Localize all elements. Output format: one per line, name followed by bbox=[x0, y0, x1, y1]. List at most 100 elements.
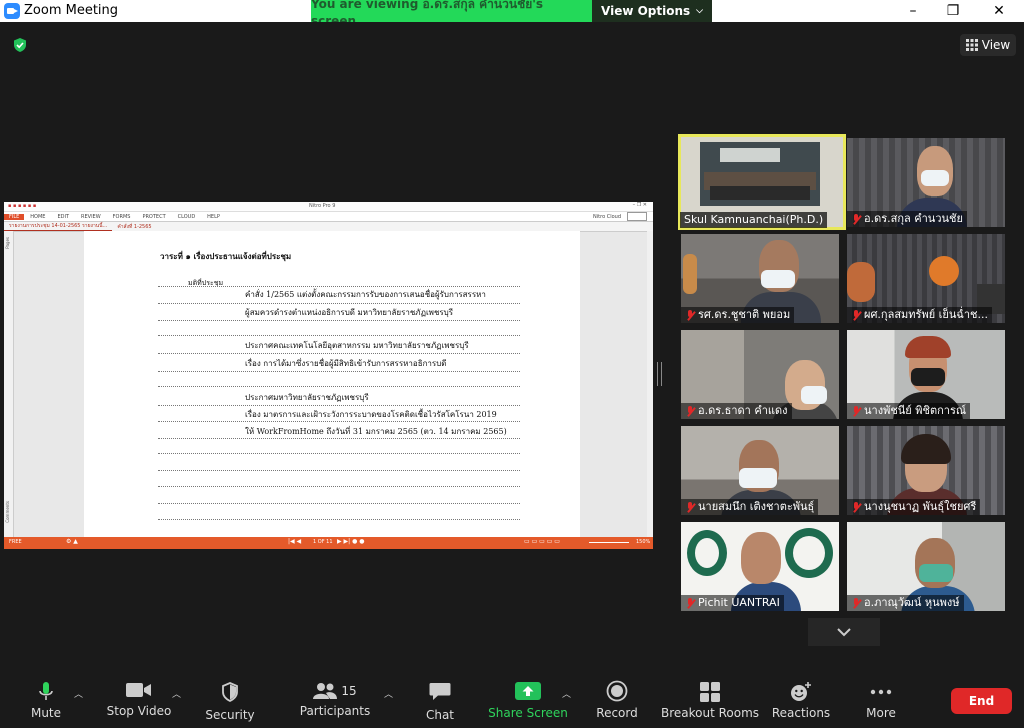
doc-line-2: ผู้สมควรดำรงตำแหน่งอธิการบดี มหาวิทยาลัย… bbox=[245, 308, 454, 317]
screen-share-banner: You are viewing อ.ดร.สกุล คำนวนชัย's scr… bbox=[311, 0, 592, 28]
doc-rule bbox=[158, 405, 520, 406]
end-meeting-button[interactable]: End bbox=[951, 688, 1012, 714]
more-dots-icon bbox=[870, 689, 892, 695]
muted-mic-icon bbox=[851, 501, 861, 513]
participants-count: 15 bbox=[341, 684, 357, 698]
doc-ribbon-protect[interactable]: PROTECT bbox=[136, 214, 171, 220]
gallery-view-button[interactable]: View bbox=[960, 34, 1016, 56]
doc-rule bbox=[158, 503, 520, 504]
participant-tile[interactable]: อ.ภาณุวัฒน์ หุนพงษ์ bbox=[847, 522, 1005, 611]
record-button[interactable]: Record bbox=[594, 670, 640, 728]
doc-ribbon: FILE HOME EDIT REVIEW FORMS PROTECT CLOU… bbox=[4, 212, 653, 222]
shared-screen[interactable]: ▪ ▪ ▪ ▪ ▪ ▪ Nitro Pro 9 – ❐ ✕ FILE HOME … bbox=[4, 202, 653, 549]
close-window-button[interactable]: ✕ bbox=[984, 1, 1014, 21]
window-title: Zoom Meeting bbox=[24, 3, 119, 18]
muted-mic-icon bbox=[685, 597, 695, 609]
conference-room-video bbox=[700, 142, 820, 206]
participant-tile[interactable]: นางนุชนาฏ พันธุ์ใชยศรี bbox=[847, 426, 1005, 515]
participant-name: นางพัชนีย์ พิชิตการณ์ bbox=[847, 403, 971, 419]
encryption-shield-icon[interactable] bbox=[12, 37, 28, 53]
video-camera-icon bbox=[126, 683, 151, 697]
doc-rule bbox=[158, 335, 520, 336]
participant-tile[interactable]: ผศ.กุลสมทรัพย์ เย็นฉ่ำช... bbox=[847, 234, 1005, 323]
doc-account-label: Nitro Cloud bbox=[593, 213, 621, 220]
doc-comments-label[interactable]: Comments bbox=[5, 501, 10, 523]
participant-tile[interactable]: อ.ดร.สกุล คำนวนชัย bbox=[847, 138, 1005, 227]
participant-tile[interactable]: อ.ดร.ธาดา คำแดง bbox=[681, 330, 839, 419]
doc-line-3: ประกาศคณะเทคโนโลยีอุตสาหกรรม มหาวิทยาลัย… bbox=[245, 341, 469, 350]
participants-options-caret-icon[interactable]: ︿ bbox=[384, 687, 393, 700]
audio-options-caret-icon[interactable]: ︿ bbox=[74, 687, 83, 700]
view-options-label: View Options bbox=[601, 4, 691, 18]
doc-rule bbox=[158, 303, 520, 304]
doc-zoom-slider[interactable] bbox=[589, 542, 629, 543]
participants-button[interactable]: 15 Participants bbox=[300, 670, 370, 728]
doc-pages-label[interactable]: Pages bbox=[5, 237, 10, 249]
doc-window-title: Nitro Pro 9 bbox=[309, 203, 336, 209]
participant-name-text: Skul Kamnuanchai(Ph.D.) bbox=[684, 213, 824, 226]
video-options-caret-icon[interactable]: ︿ bbox=[172, 687, 181, 700]
doc-line-4: เรื่อง การได้มาซึ่งรายชื่อผู้มีสิทธิเข้า… bbox=[245, 359, 447, 368]
muted-mic-icon bbox=[851, 405, 861, 417]
breakout-rooms-button[interactable]: Breakout Rooms bbox=[660, 670, 760, 728]
doc-rule bbox=[158, 320, 520, 321]
doc-scrollbar[interactable] bbox=[647, 231, 653, 537]
stop-video-button[interactable]: Stop Video bbox=[104, 670, 174, 728]
doc-nav-tools-icon[interactable]: ⚙ ▲ bbox=[66, 538, 78, 545]
doc-ribbon-file[interactable]: FILE bbox=[4, 213, 25, 220]
doc-ribbon-home[interactable]: HOME bbox=[24, 214, 51, 220]
participant-name-text: อ.ดร.สกุล คำนวนชัย bbox=[864, 212, 963, 225]
meeting-area: View ▪ ▪ ▪ ▪ ▪ ▪ Nitro Pro 9 – ❐ ✕ FILE … bbox=[0, 22, 1024, 670]
doc-statusbar: FREE ⚙ ▲ |◀ ◀ 1 OF 11 ▶ ▶| ● ● ▭ ▭ ▭ ▭ ▭… bbox=[4, 537, 653, 549]
grid-icon bbox=[965, 39, 978, 51]
maximize-button[interactable]: ❐ bbox=[938, 1, 968, 21]
more-button[interactable]: More bbox=[860, 670, 902, 728]
participant-tile[interactable]: นางพัชนีย์ พิชิตการณ์ bbox=[847, 330, 1005, 419]
participant-tile[interactable]: นายสมนึก เติงชาตะพันธุ์ bbox=[681, 426, 839, 515]
doc-rule bbox=[158, 438, 520, 439]
participant-name: Skul Kamnuanchai(Ph.D.) bbox=[680, 212, 828, 228]
chevron-down-icon: ⌵ bbox=[696, 6, 703, 16]
share-options-caret-icon[interactable]: ︿ bbox=[562, 687, 571, 700]
doc-tab-minutes[interactable]: รายงานการประชุม 14-01-2565 รายงานนี้... bbox=[4, 222, 113, 231]
minimize-button[interactable]: – bbox=[898, 1, 928, 21]
doc-rule bbox=[158, 386, 520, 387]
chat-bubble-icon bbox=[429, 683, 451, 700]
doc-ribbon-cloud[interactable]: CLOUD bbox=[172, 214, 202, 220]
participant-tile[interactable]: Skul Kamnuanchai(Ph.D.) bbox=[678, 134, 846, 230]
participants-icon bbox=[313, 683, 338, 699]
doc-rule bbox=[158, 353, 520, 354]
doc-ribbon-edit[interactable]: EDIT bbox=[51, 214, 75, 220]
participant-name-text: นางนุชนาฏ พันธุ์ใชยศรี bbox=[864, 500, 977, 513]
mute-button[interactable]: Mute bbox=[22, 670, 70, 728]
doc-line-7: ให้ WorkFromHome ถึงวันที่ 31 มกราคม 256… bbox=[245, 427, 507, 436]
security-button[interactable]: Security bbox=[204, 670, 256, 728]
doc-ribbon-help[interactable]: HELP bbox=[201, 214, 226, 220]
doc-view-mode-icons[interactable]: ▭ ▭ ▭ ▭ ▭ bbox=[524, 538, 560, 545]
collapse-gallery-button[interactable] bbox=[808, 618, 880, 646]
meeting-toolbar: Mute ︿ Stop Video ︿ Security 15 Particip… bbox=[0, 670, 1024, 728]
stop-video-label: Stop Video bbox=[106, 704, 172, 718]
muted-mic-icon bbox=[851, 597, 861, 609]
doc-ribbon-forms[interactable]: FORMS bbox=[107, 214, 137, 220]
reactions-button[interactable]: Reactions bbox=[770, 670, 832, 728]
doc-ribbon-review[interactable]: REVIEW bbox=[75, 214, 107, 220]
splitter-handle[interactable] bbox=[657, 362, 662, 386]
participant-name-text: นางพัชนีย์ พิชิตการณ์ bbox=[864, 404, 967, 417]
participants-label: Participants bbox=[299, 704, 371, 718]
participant-tile[interactable]: Pichit UANTRAI bbox=[681, 522, 839, 611]
share-screen-button[interactable]: Share Screen bbox=[488, 670, 568, 728]
participant-tile[interactable]: รศ.ดร.ชูชาติ พยอม bbox=[681, 234, 839, 323]
chat-label: Chat bbox=[425, 708, 455, 722]
breakout-rooms-label: Breakout Rooms bbox=[660, 706, 760, 720]
doc-page-nav-next[interactable]: ▶ ▶| ● ● bbox=[337, 538, 364, 545]
chevron-down-icon bbox=[837, 628, 851, 637]
more-label: More bbox=[866, 706, 896, 720]
view-label: View bbox=[981, 38, 1011, 52]
view-options-button[interactable]: View Options ⌵ bbox=[592, 0, 712, 22]
chat-button[interactable]: Chat bbox=[418, 670, 462, 728]
breakout-rooms-icon bbox=[700, 682, 720, 702]
doc-page-nav-prev[interactable]: |◀ ◀ bbox=[288, 538, 301, 545]
doc-tab-order[interactable]: คำสั่งที่ 1-2565 bbox=[112, 223, 156, 231]
record-icon bbox=[606, 680, 628, 702]
